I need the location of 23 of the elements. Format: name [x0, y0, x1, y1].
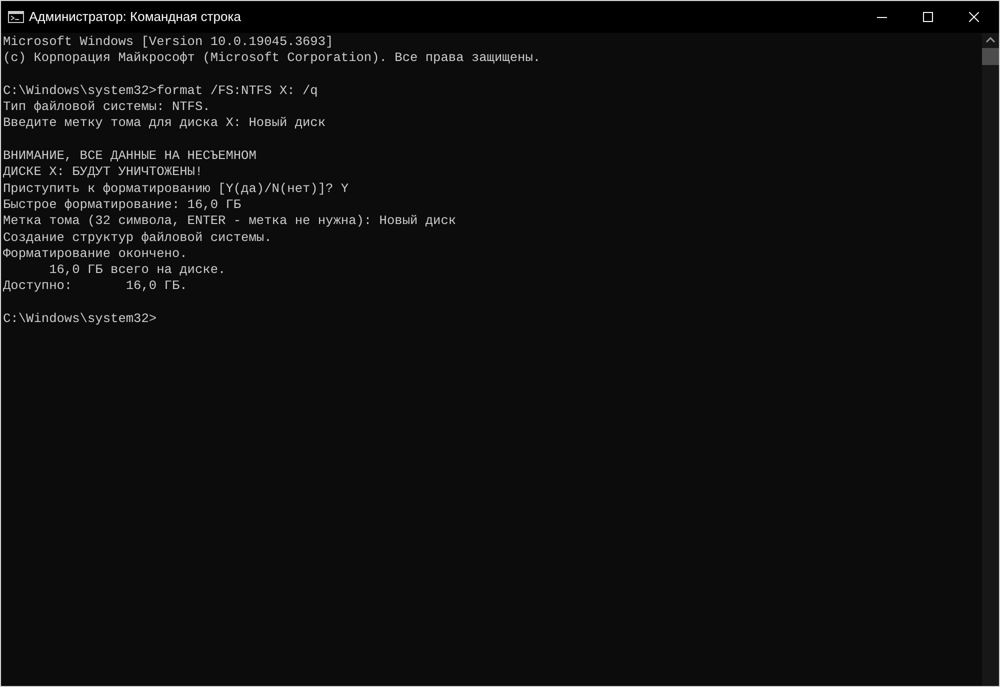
scrollbar-thumb[interactable] [982, 48, 999, 65]
window-title: Администратор: Командная строка [29, 8, 241, 26]
console-line: Форматирование окончено. [3, 246, 188, 262]
console-line: C:\Windows\system32>format /FS:NTFS X: /q [3, 82, 319, 100]
close-icon [969, 12, 979, 22]
console-line: Быстрое форматирование: 16,0 ГБ [3, 196, 242, 214]
console-line: C:\Windows\system32> [3, 311, 158, 328]
console-line: Тип файловой системы: NTFS. [3, 99, 212, 116]
console-line: Создание структур файловой системы. [3, 230, 273, 246]
console-line: (c) Корпорация Майкрософт (Microsoft Corporation). Все права защищены. [3, 50, 542, 67]
scrollbar[interactable] [982, 33, 999, 686]
console-line: Microsoft Windows [Version 10.0.19045.3693] [3, 34, 334, 50]
console-line: Доступно: 16,0 ГБ. [3, 278, 188, 295]
maximize-icon [923, 12, 933, 22]
console-line: ВНИМАНИЕ, ВСЕ ДАННЫЕ НА НЕСЪЕМНОМ [3, 148, 258, 164]
minimize-icon [877, 16, 887, 18]
console-line: ДИСКЕ X: БУДУТ УНИЧТОЖЕНЫ! [3, 164, 204, 181]
console-line: Приступить к форматированию [Y(да)/N(нет)]? Y [3, 180, 350, 197]
console-line: Метка тома (32 символа, ENTER - метка не нужна): Новый диск [3, 213, 458, 230]
console-line: 16,0 ГБ всего на диске. [48, 262, 227, 278]
scroll-up-icon[interactable] [986, 37, 995, 43]
console-line: Введите метку тома для диска X: Новый диск [3, 115, 327, 132]
console-icon [8, 11, 24, 23]
